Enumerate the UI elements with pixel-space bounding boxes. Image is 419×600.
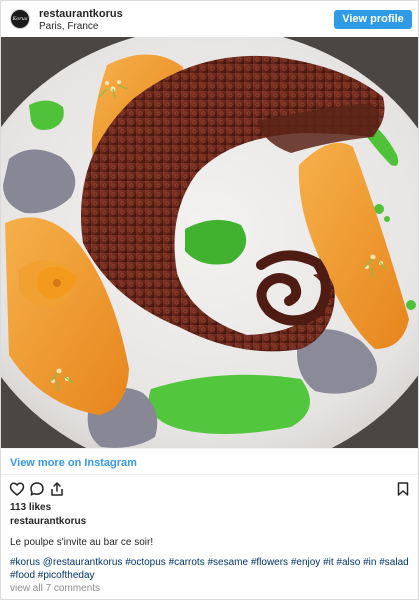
avatar[interactable]: Korus (10, 9, 30, 29)
post-username[interactable]: restaurantkorus (10, 516, 86, 527)
share-icon[interactable] (49, 481, 65, 497)
heart-icon[interactable] (9, 481, 25, 497)
likes-count[interactable]: 113 likes (10, 502, 51, 513)
section-divider (1, 474, 418, 475)
header-username[interactable]: restaurantkorus (39, 8, 123, 20)
post-photo[interactable] (1, 37, 418, 448)
post-header: Korus restaurantkorus Paris, France View… (1, 1, 418, 37)
header-location[interactable]: Paris, France (39, 21, 98, 32)
comment-icon[interactable] (29, 481, 45, 497)
bookmark-icon[interactable] (395, 481, 411, 497)
post-caption: Le poulpe s'invite au bar ce soir! (10, 537, 154, 548)
view-more-on-instagram-link[interactable]: View more on Instagram (10, 457, 137, 469)
post-hashtags[interactable]: #korus @restaurantkorus #octopus #carrot… (10, 556, 412, 582)
action-bar (1, 481, 418, 499)
view-profile-button[interactable]: View profile (334, 10, 412, 29)
instagram-embed-card: Korus restaurantkorus Paris, France View… (0, 0, 419, 600)
view-all-comments-link[interactable]: view all 7 comments (10, 583, 100, 594)
photo-divider (1, 448, 418, 449)
